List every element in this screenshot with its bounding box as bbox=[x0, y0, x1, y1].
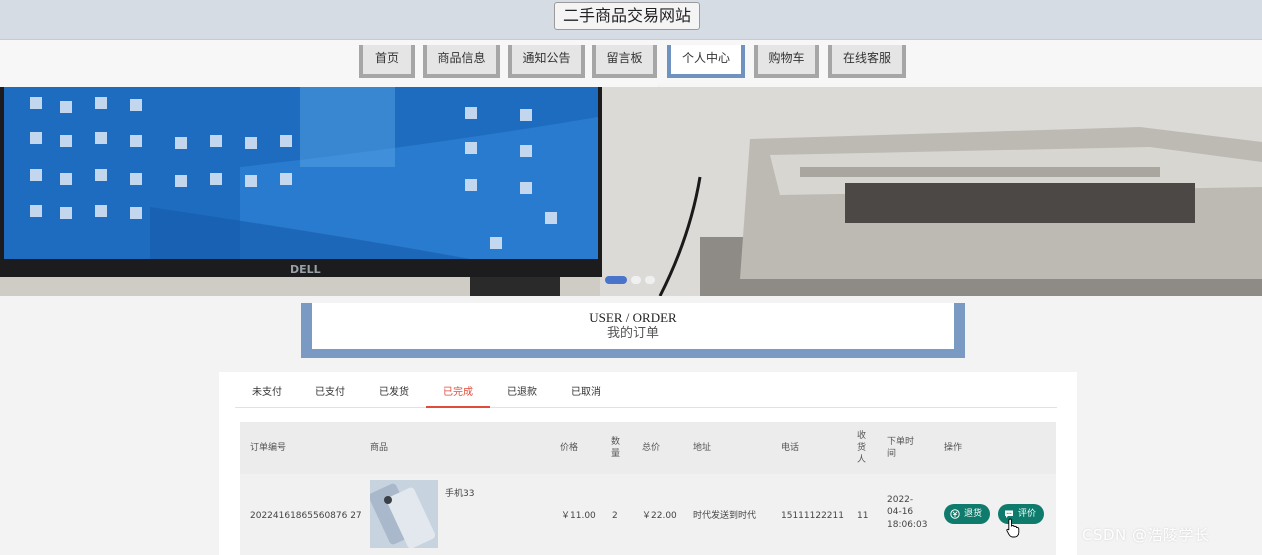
banner-image: DELL bbox=[0, 87, 1262, 296]
section-title-cn: 我的订单 bbox=[606, 325, 659, 340]
phone-value: 15111122211 bbox=[781, 511, 844, 521]
nav-item-products[interactable]: 商品信息 bbox=[423, 45, 500, 78]
address-value: 时代发送到时代 bbox=[693, 511, 757, 521]
order-date: 2022-04-16 bbox=[887, 495, 914, 517]
review-button[interactable]: 评价 bbox=[998, 504, 1045, 524]
nav-item-personal-center[interactable]: 个人中心 bbox=[667, 45, 745, 78]
refund-button[interactable]: 退货 bbox=[944, 504, 991, 524]
nav-item-notices[interactable]: 通知公告 bbox=[508, 45, 585, 78]
header-total: 总价 bbox=[642, 443, 661, 453]
header-qty: 数量 bbox=[611, 437, 621, 459]
header-address: 地址 bbox=[693, 443, 712, 453]
section-heading: USER / ORDER 我的订单 bbox=[301, 303, 965, 358]
product-name[interactable]: 手机33 bbox=[445, 488, 474, 500]
nav-item-message-board[interactable]: 留言板 bbox=[592, 45, 657, 78]
phone-product-image bbox=[370, 480, 438, 548]
header-product: 商品 bbox=[370, 443, 389, 453]
header-phone: 电话 bbox=[781, 443, 800, 453]
review-button-label: 评价 bbox=[1018, 509, 1037, 519]
nav-item-online-service[interactable]: 在线客服 bbox=[828, 45, 906, 78]
table-header: 订单编号 商品 价格 数量 总价 地址 电话 收货人 下单时间 操作 bbox=[240, 422, 1056, 474]
refund-button-label: 退货 bbox=[964, 509, 983, 519]
order-status-tabs: 未支付 已支付 已发货 已完成 已退款 已取消 bbox=[235, 380, 1057, 408]
carousel-dots bbox=[605, 276, 655, 286]
carousel-dot-3[interactable] bbox=[645, 276, 655, 284]
tab-shipped[interactable]: 已发货 bbox=[362, 380, 426, 408]
section-title-en: USER / ORDER bbox=[589, 310, 677, 325]
tab-cancelled[interactable]: 已取消 bbox=[554, 380, 618, 408]
tab-paid[interactable]: 已支付 bbox=[298, 380, 362, 408]
header-receiver: 收货人 bbox=[857, 431, 867, 465]
tab-completed[interactable]: 已完成 bbox=[426, 380, 490, 408]
table-row: 20224161865560876 27 手机33 ￥11.00 2 ￥22.0… bbox=[240, 474, 1056, 555]
site-title: 二手商品交易网站 bbox=[554, 2, 701, 30]
refund-icon bbox=[950, 509, 960, 519]
receiver-value: 11 bbox=[857, 511, 869, 521]
quantity-value: 2 bbox=[612, 511, 618, 521]
monitor-brand: DELL bbox=[290, 263, 321, 276]
nav-item-home[interactable]: 首页 bbox=[359, 45, 415, 78]
order-number: 20224161865560876 27 bbox=[250, 511, 362, 521]
tab-unpaid[interactable]: 未支付 bbox=[235, 380, 299, 408]
watermark: CSDN @浩陵学长 bbox=[1082, 526, 1210, 544]
tab-refunded[interactable]: 已退款 bbox=[490, 380, 554, 408]
header-order-no: 订单编号 bbox=[250, 443, 287, 453]
price-value: ￥11.00 bbox=[561, 511, 596, 521]
order-time: 18:06:03 bbox=[887, 520, 928, 530]
nav-item-cart[interactable]: 购物车 bbox=[754, 45, 819, 78]
carousel-dot-2[interactable] bbox=[631, 276, 641, 284]
header-price: 价格 bbox=[560, 443, 579, 453]
hand-cursor-icon bbox=[1006, 518, 1020, 538]
header-order-time: 下单时间 bbox=[887, 437, 915, 459]
total-value: ￥22.00 bbox=[642, 511, 677, 521]
carousel-dot-1[interactable] bbox=[605, 276, 627, 284]
banner-carousel: DELL bbox=[0, 87, 1262, 296]
product-thumbnail[interactable] bbox=[370, 480, 438, 548]
header-actions: 操作 bbox=[944, 443, 963, 453]
top-header: 二手商品交易网站 bbox=[0, 0, 1262, 40]
orders-panel: 未支付 已支付 已发货 已完成 已退款 已取消 订单编号 商品 价格 数量 总价… bbox=[219, 372, 1077, 555]
